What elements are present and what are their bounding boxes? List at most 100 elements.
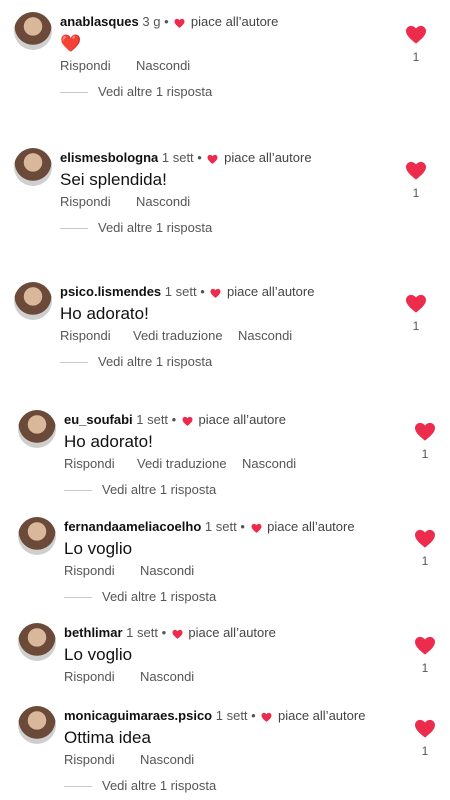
author-like-heart-icon [210,288,221,298]
author-like-heart-icon [207,154,218,164]
nascondi-button[interactable]: Nascondi [242,456,296,472]
comment-meta: anablasques 3 g • piace all’autore [60,14,278,30]
nascondi-button[interactable]: Nascondi [136,58,190,74]
comment-time: 1 sett [164,284,197,299]
avatar[interactable] [18,410,56,448]
username-link[interactable]: eu_soufabi [64,412,133,427]
nascondi-button[interactable]: Nascondi [140,669,194,685]
view-replies-label: Vedi altre 1 risposta [102,589,217,604]
comment-time: 1 sett [136,412,169,427]
separator-dot: • [171,412,177,427]
username-link[interactable]: bethlimar [64,625,123,640]
view-replies-button[interactable]: Vedi altre 1 risposta [60,220,212,236]
username-link[interactable]: fernandaameliacoelho [64,519,201,534]
author-like-heart-icon [251,523,262,533]
avatar[interactable] [18,706,56,744]
separator-dot: • [251,708,256,723]
separator-dot: • [197,150,202,165]
comment-meta: elismesbologna 1 sett • piace all’autore [60,150,312,166]
reply-divider-line [60,228,88,230]
rispondi-button[interactable]: Rispondi [64,752,115,768]
comment-time: 1 sett [161,150,194,165]
comment-actions: Rispondi Nascondi [60,58,320,74]
comment-text: ❤️ [60,34,82,53]
like-count: 1 [412,50,420,64]
author-like-heart-icon [174,18,185,28]
view-replies-label: Vedi altre 1 risposta [102,482,217,497]
avatar[interactable] [14,148,52,186]
reply-divider-line [60,92,88,94]
like-heart-icon[interactable] [414,718,436,738]
rispondi-button[interactable]: Rispondi [60,58,111,74]
like-count: 1 [421,661,429,675]
view-replies-button[interactable]: Vedi altre 1 risposta [64,778,216,794]
reply-divider-line [64,490,92,492]
comment-meta: bethlimar 1 sett • piace all’autore [64,625,276,641]
rispondi-button[interactable]: Rispondi [64,563,115,579]
comment-time: 1 sett [126,625,158,640]
view-replies-button[interactable]: Vedi altre 1 risposta [64,482,216,498]
view-replies-label: Vedi altre 1 risposta [98,84,213,99]
comment-text: Ottima idea [64,728,151,747]
nascondi-button[interactable]: Nascondi [136,194,190,210]
comment-text: Lo voglio [64,645,133,664]
view-replies-button[interactable]: Vedi altre 1 risposta [64,589,216,605]
comment-text: Lo voglio [64,539,133,558]
vedi-traduzione-button[interactable]: Vedi traduzione [133,328,223,344]
username-link[interactable]: elismesbologna [60,150,158,165]
avatar[interactable] [18,623,56,661]
like-heart-icon[interactable] [414,421,436,441]
author-like-label: piace all’autore [188,625,276,640]
nascondi-button[interactable]: Nascondi [238,328,292,344]
avatar[interactable] [14,12,52,50]
author-like-label: piace all’autore [190,14,279,29]
comment-time: 3 g [142,14,161,29]
author-like-heart-icon [172,629,183,639]
username-link[interactable]: psico.lismendes [60,284,161,299]
reply-divider-line [60,362,88,364]
comment-text: Ho adorato! [64,432,153,451]
comment-meta: psico.lismendes 1 sett • piace all’autor… [60,284,314,300]
like-heart-icon[interactable] [405,160,427,180]
view-replies-label: Vedi altre 1 risposta [98,354,213,369]
vedi-traduzione-button[interactable]: Vedi traduzione [137,456,227,472]
view-replies-button[interactable]: Vedi altre 1 risposta [60,84,212,100]
like-count: 1 [421,554,429,568]
separator-dot: • [161,625,167,640]
comment-actions: Rispondi Nascondi [64,752,324,768]
rispondi-button[interactable]: Rispondi [60,328,111,344]
avatar[interactable] [14,282,52,320]
like-heart-icon[interactable] [405,293,427,313]
comment-actions: Rispondi Nascondi [60,194,320,210]
like-heart-icon[interactable] [414,528,436,548]
like-heart-icon[interactable] [405,24,427,44]
reply-divider-line [64,786,92,788]
comment-time: 1 sett [204,519,237,534]
comment-meta: fernandaameliacoelho 1 sett • piace all’… [64,519,355,535]
view-replies-label: Vedi altre 1 risposta [102,778,217,793]
like-count: 1 [421,744,429,758]
nascondi-button[interactable]: Nascondi [140,752,194,768]
rispondi-button[interactable]: Rispondi [60,194,111,210]
username-link[interactable]: anablasques [60,14,139,29]
comment-text: Sei splendida! [60,170,167,189]
comment-meta: monicaguimaraes.psico 1 sett • piace all… [64,708,365,724]
separator-dot: • [240,519,245,534]
nascondi-button[interactable]: Nascondi [140,563,194,579]
avatar[interactable] [18,517,56,555]
comment-actions: Rispondi Nascondi [64,669,324,685]
comment-actions: Rispondi Nascondi [64,563,324,579]
author-like-label: piace all’autore [277,708,366,723]
view-replies-button[interactable]: Vedi altre 1 risposta [60,354,212,370]
like-heart-icon[interactable] [414,635,436,655]
rispondi-button[interactable]: Rispondi [64,456,115,472]
separator-dot: • [164,14,169,29]
like-count: 1 [412,319,420,333]
username-link[interactable]: monicaguimaraes.psico [64,708,212,723]
comment-actions: Rispondi Vedi traduzione Nascondi [60,328,320,344]
author-like-heart-icon [261,712,272,722]
rispondi-button[interactable]: Rispondi [64,669,115,685]
author-like-label: piace all’autore [227,284,315,299]
author-like-heart-icon [182,416,193,426]
separator-dot: • [200,284,205,299]
